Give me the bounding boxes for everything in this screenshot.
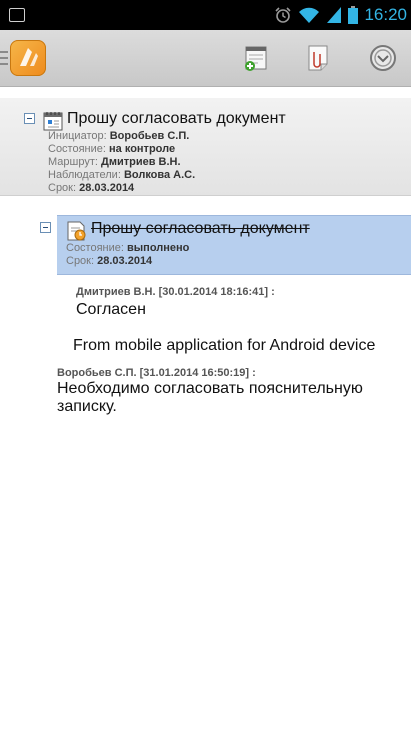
task-initiator: Инициатор: Воробьев С.П. [48,130,190,142]
task-state: Состояние: на контроле [48,143,176,155]
comment-text: Согласен [76,301,146,318]
action-bar [0,30,411,87]
signal-icon [327,7,342,23]
comment-extra-text: From mobile application for Android devi… [73,337,376,354]
subtask-title: Прошу согласовать документ [91,220,310,237]
subtask-due: Срок: 28.03.2014 [66,255,153,267]
task-watchers: Наблюдатели: Волкова А.С. [48,169,196,181]
task-document-icon [43,112,63,131]
battery-icon [348,6,359,24]
collapse-toggle-subtask[interactable] [40,222,51,233]
app-logo-icon[interactable] [10,40,46,76]
wifi-icon [299,7,320,23]
subtask-state: Состояние: выполнено [66,242,190,254]
task-due: Срок: 28.03.2014 [48,182,135,194]
comment-author: Дмитриев В.Н. [30.01.2014 18:16:41] : [76,286,275,298]
new-document-icon[interactable] [240,42,272,74]
alarm-icon [275,7,292,23]
menu-circle-icon[interactable] [367,42,399,74]
gallery-notification-icon [9,8,25,22]
status-bar: 16:20 [0,0,411,30]
comment-text: Необходимо согласовать пояснительную зап… [57,380,363,415]
task-route: Маршрут: Дмитриев В.Н. [48,156,181,168]
clock-time: 16:20 [364,5,407,24]
subtask-document-icon [67,221,86,241]
comment-author: Воробьев С.П. [31.01.2014 16:50:19] : [57,367,256,379]
attachment-icon[interactable] [302,42,334,74]
task-title: Прошу согласовать документ [67,110,286,127]
drawer-indicator-icon[interactable] [0,51,8,69]
collapse-toggle[interactable] [24,113,35,124]
